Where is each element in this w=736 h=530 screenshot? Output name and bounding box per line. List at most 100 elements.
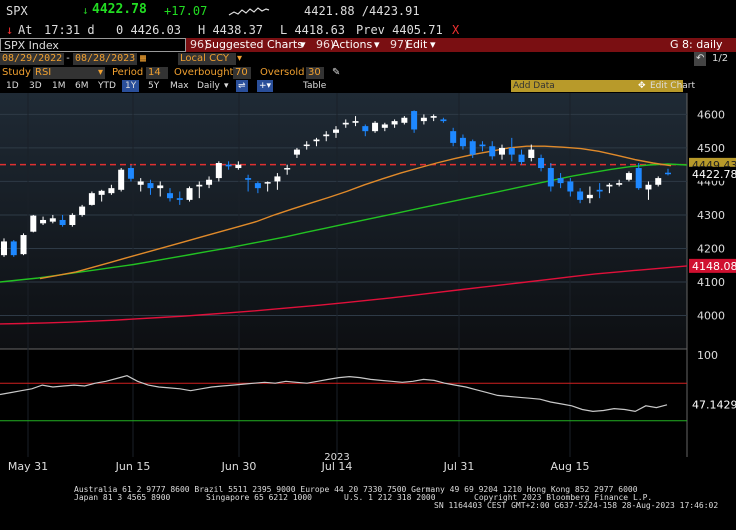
candle-body (381, 124, 388, 128)
candle-body (264, 182, 271, 184)
up-arrow-icon: ↓ (82, 4, 89, 17)
candle-body (176, 198, 183, 200)
actions-button[interactable]: Actions (332, 38, 372, 52)
candle-body (167, 193, 173, 199)
period-label: Period (112, 67, 144, 78)
period-bar: 1D 3D 1M 6M YTD 1Y 5Y Max Daily ▾ ⇌ +▾ T… (0, 79, 736, 93)
price-tick-label: 4000 (697, 309, 725, 322)
ma-long-price-label: 4148.08 (692, 260, 736, 273)
oversold-input[interactable]: 30 (306, 67, 324, 79)
at-label: At (18, 23, 33, 37)
candle-body (567, 181, 574, 192)
period-5y[interactable]: 5Y (148, 80, 159, 92)
candle-body (254, 183, 261, 189)
candle-body (118, 169, 125, 190)
candle-body (88, 193, 95, 205)
rsi-tick-label: 100 (697, 349, 718, 362)
candle-body (538, 157, 545, 169)
bid-ask: 4421.88 /4423.91 (304, 4, 420, 18)
candle-body (274, 176, 281, 182)
line-chart-icon[interactable]: +▾ (257, 80, 274, 92)
candle-body (547, 168, 554, 187)
gear-icon[interactable]: ✥ (638, 80, 646, 92)
edit-button[interactable]: Edit (406, 38, 427, 52)
candle-body (625, 173, 632, 180)
edit-chart-button[interactable]: Edit Chart (650, 80, 695, 92)
page-label: G 8: daily (670, 38, 723, 51)
high-price: H 4438.37 (198, 23, 264, 37)
candle-body (450, 131, 457, 143)
period-6m[interactable]: 6M (75, 80, 89, 92)
candle-body (459, 137, 466, 147)
candle-body (616, 183, 623, 185)
price-tick-label: 4300 (697, 209, 725, 222)
low-price: L 4418.63 (280, 23, 346, 37)
period-max[interactable]: Max (170, 80, 189, 92)
price-chart[interactable]: 40004100420043004400450046004449.434422.… (0, 93, 736, 473)
date-label: Jun 15 (115, 460, 151, 473)
table-button[interactable]: Table (303, 80, 326, 92)
ohlc-line: ↓ At 17:31 d 0 4426.03 H 4438.37 L 4418.… (0, 22, 736, 38)
candle-body (489, 146, 496, 157)
status-arrow-icon: ↓ (6, 23, 14, 37)
candle-body (401, 117, 408, 123)
security-field[interactable]: SPX Index (0, 38, 186, 52)
candle-body (293, 149, 300, 155)
candle-body (284, 168, 291, 170)
quote-time: 17:31 d (44, 23, 95, 37)
end-date-field[interactable]: 08/28/2023 (73, 53, 137, 65)
rsi-last-label: 47.1429 (692, 399, 736, 412)
candle-body (206, 179, 213, 185)
candle-body (215, 163, 222, 179)
candle-body (518, 154, 525, 162)
price-tick-label: 4600 (697, 108, 725, 121)
currency-select[interactable]: Local CCY (178, 53, 236, 65)
date-label: Jul 31 (443, 460, 475, 473)
study-select[interactable]: RSI (33, 67, 105, 79)
frequency-select[interactable]: Daily (197, 80, 220, 92)
candle-body (528, 149, 535, 158)
candle-body (577, 191, 584, 200)
footer-us: U.S. 1 212 318 2000 (344, 493, 436, 502)
footer: Australia 61 2 9777 8600 Brazil 5511 239… (0, 484, 736, 530)
axis-labels: 40004100420043004400450046004449.434422.… (689, 108, 736, 412)
candle-body (313, 139, 320, 142)
overbought-input[interactable]: 70 (233, 67, 251, 79)
footer-japan: Japan 81 3 4565 8900 (74, 493, 171, 502)
period-1d[interactable]: 1D (6, 80, 19, 92)
candle-body (665, 172, 671, 175)
date-label: Jun 30 (221, 460, 257, 473)
candle-body (137, 181, 144, 185)
start-date-field[interactable]: 08/29/2022 (0, 53, 64, 65)
pencil-icon[interactable]: ✎ (332, 66, 340, 80)
candle-body (323, 134, 330, 137)
period-1y[interactable]: 1Y (122, 80, 140, 92)
period-input[interactable]: 14 (146, 67, 168, 79)
period-ytd[interactable]: YTD (98, 80, 116, 92)
candle-body (420, 117, 427, 122)
calendar-icon[interactable]: ▦ (140, 52, 146, 66)
page-back-button[interactable]: ↶ (694, 52, 707, 66)
suggested-charts-button[interactable]: Suggested Charts (205, 38, 303, 52)
candle-body (69, 214, 76, 225)
date-label: Aug 15 (551, 460, 590, 473)
candle-body (479, 144, 486, 147)
study-bar: Study RSI ▾ Period 14 Overbought 70 Over… (0, 66, 736, 80)
candle-body (157, 185, 164, 189)
candle-body (391, 121, 398, 125)
price-tick-label: 4100 (697, 276, 725, 289)
candle-body (10, 241, 17, 256)
chevron-down-icon: ▾ (374, 38, 380, 51)
candle-body (430, 116, 437, 118)
chevron-down-icon: ▾ (224, 81, 229, 91)
period-3d[interactable]: 3D (29, 80, 42, 92)
period-1m[interactable]: 1M (52, 80, 66, 92)
candle-body (557, 178, 564, 184)
candle-body (362, 126, 369, 132)
candle-body (508, 147, 515, 155)
open-price: 0 4426.03 (116, 23, 182, 37)
footer-session: SN 1164403 CEST GMT+2:00 G637-5224-158 2… (434, 501, 719, 510)
candle-body (196, 184, 203, 187)
chart-type-icon[interactable]: ⇌ (236, 80, 248, 92)
close-mark[interactable]: X (452, 23, 459, 37)
